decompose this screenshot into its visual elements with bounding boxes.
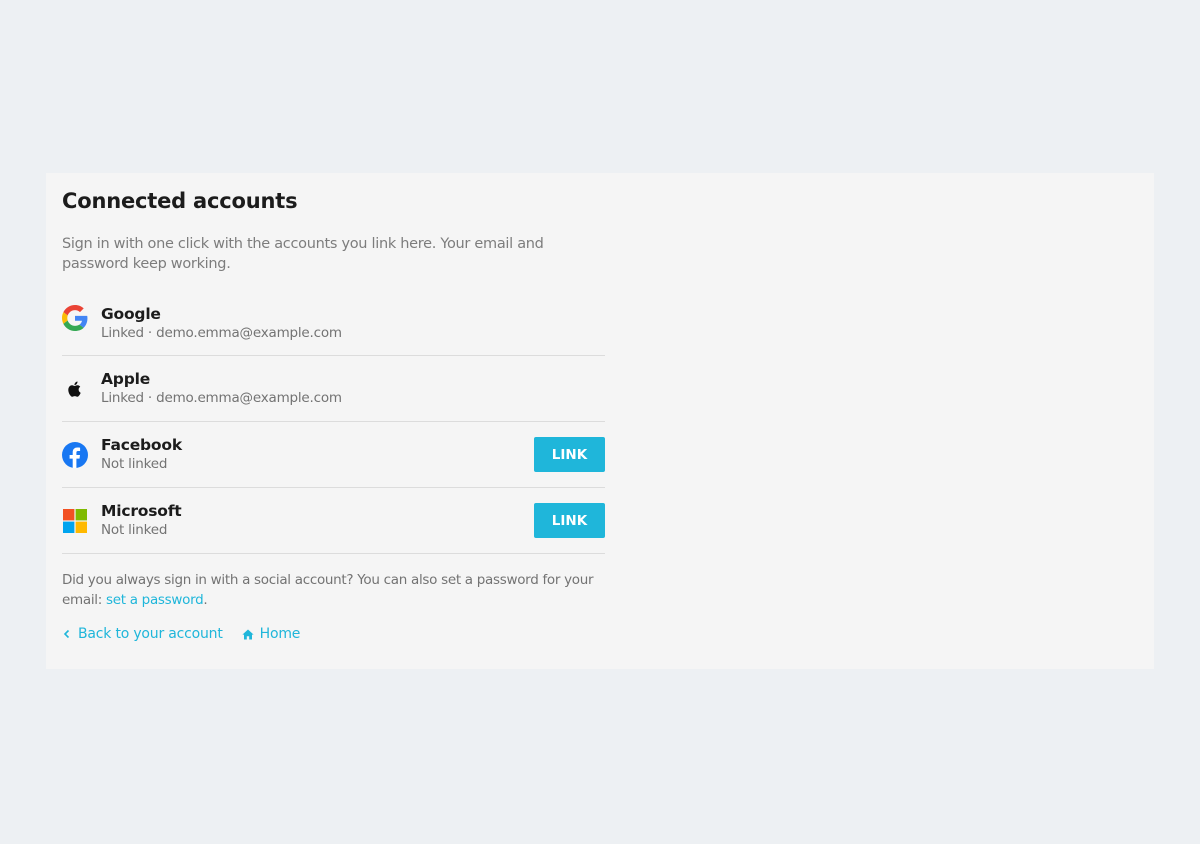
account-status: Linked · demo.emma@example.com <box>101 325 342 341</box>
account-info: Apple Linked · demo.emma@example.com <box>101 370 605 408</box>
account-status: Not linked <box>101 521 168 538</box>
account-info: Facebook Not linked <box>101 436 534 474</box>
chevron-left-icon <box>62 629 72 639</box>
home-label: Home <box>259 626 301 642</box>
connected-accounts-card: Connected accounts Sign in with one clic… <box>46 173 1154 669</box>
account-row-google: Google Linked · demo.emma@example.com <box>62 295 605 356</box>
account-provider-name: Microsoft <box>101 501 182 520</box>
page-title: Connected accounts <box>62 189 298 213</box>
back-to-account-link[interactable]: Back to your account <box>62 626 223 642</box>
account-row-microsoft: Microsoft Not linked LINK <box>62 488 605 554</box>
link-microsoft-button[interactable]: LINK <box>534 503 605 538</box>
facebook-icon <box>62 441 88 468</box>
connected-accounts-content: Connected accounts Sign in with one clic… <box>62 187 605 642</box>
account-info: Microsoft Not linked <box>101 502 534 540</box>
footer-links: Back to your account Home <box>62 626 605 642</box>
home-icon <box>242 629 254 640</box>
home-link[interactable]: Home <box>242 626 301 642</box>
account-row-facebook: Facebook Not linked LINK <box>62 422 605 488</box>
account-row-apple: Apple Linked · demo.emma@example.com <box>62 356 605 422</box>
microsoft-icon <box>62 508 88 534</box>
link-facebook-button[interactable]: LINK <box>534 437 605 472</box>
account-list: Google Linked · demo.emma@example.com Ap… <box>62 295 605 554</box>
intro-text: Sign in with one click with the accounts… <box>62 236 544 272</box>
account-provider-name: Apple <box>101 369 151 388</box>
set-password-link[interactable]: set a password <box>106 592 204 608</box>
account-provider-name: Facebook <box>101 435 182 454</box>
google-icon <box>62 305 88 331</box>
account-info: Google Linked · demo.emma@example.com <box>101 305 605 343</box>
account-status: Linked · demo.emma@example.com <box>101 389 342 406</box>
password-note-suffix: . <box>203 592 208 608</box>
account-status: Not linked <box>101 455 168 472</box>
back-to-account-label: Back to your account <box>78 626 223 642</box>
password-note: Did you always sign in with a social acc… <box>62 570 605 610</box>
account-provider-name: Google <box>101 305 161 323</box>
apple-icon <box>62 376 88 402</box>
